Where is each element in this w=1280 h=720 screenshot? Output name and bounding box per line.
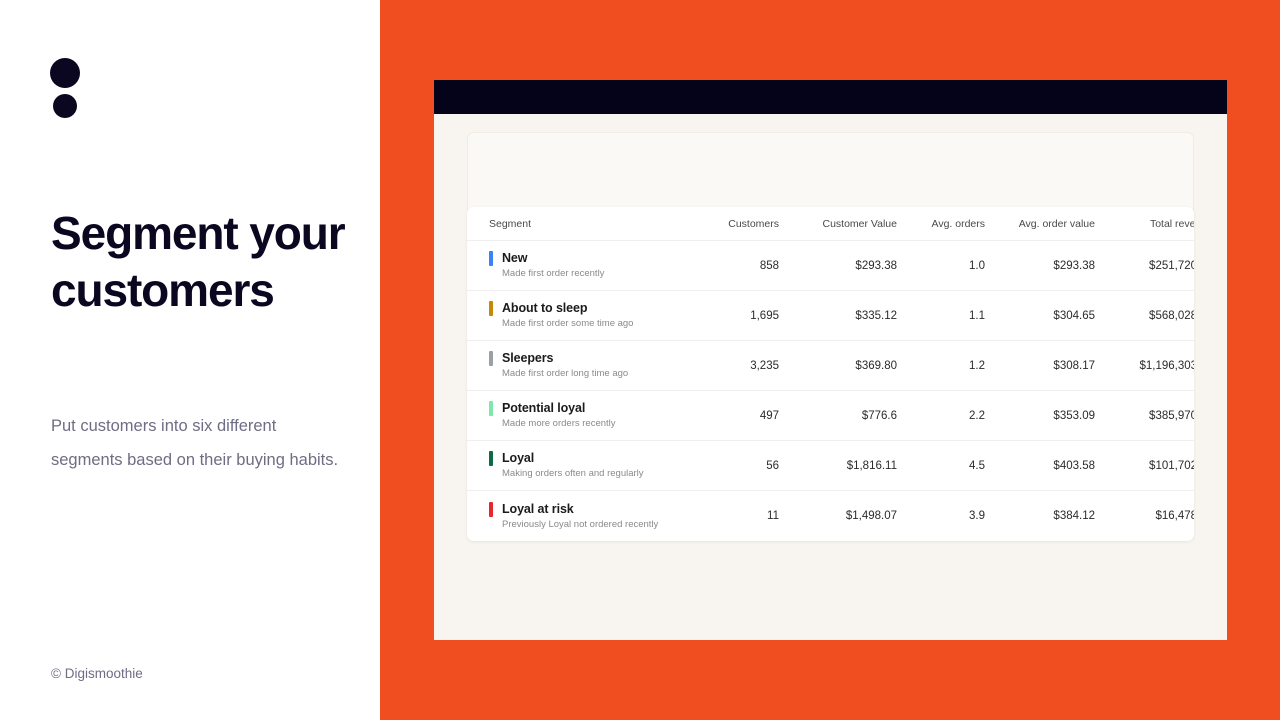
customer-value: $293.38 bbox=[855, 259, 897, 272]
column-header-customers: Customers bbox=[728, 217, 779, 230]
segment-description: Made first order some time ago bbox=[502, 318, 634, 329]
total-revenue-value: $101,702.16 bbox=[1149, 459, 1194, 472]
avg-order-value: $403.58 bbox=[1053, 459, 1095, 472]
avg-order-value: $308.17 bbox=[1053, 359, 1095, 372]
segment-color-indicator bbox=[489, 451, 493, 466]
segment-cell: About to sleep Made first order some time… bbox=[489, 300, 661, 331]
column-header-total-revenue: Total revenue bbox=[1149, 217, 1194, 230]
left-content-panel: Segment your customers Put customers int… bbox=[0, 0, 380, 720]
table-row[interactable]: About to sleep Made first order some time… bbox=[467, 291, 1194, 341]
segment-color-indicator bbox=[489, 501, 493, 517]
column-header-avg-orders: Avg. orders bbox=[931, 217, 986, 230]
column-header-segment: Segment bbox=[489, 217, 532, 230]
customer-value: $369.80 bbox=[855, 359, 897, 372]
segment-cell: Loyal at risk Previously Loyal not ordere… bbox=[489, 501, 661, 532]
total-revenue-value: $251,720.04 bbox=[1149, 259, 1194, 272]
segment-cell: Loyal Making orders often and regularly bbox=[489, 450, 661, 481]
avg-order-value: $304.65 bbox=[1053, 309, 1095, 322]
segment-description: Made first order recently bbox=[502, 268, 605, 279]
segment-description: Made more orders recently bbox=[502, 418, 616, 429]
segment-name: Potential loyal bbox=[502, 401, 586, 415]
page-title: Segment your customers bbox=[51, 207, 346, 316]
customer-value: $335.12 bbox=[855, 309, 897, 322]
avg-orders-value: 2.2 bbox=[969, 409, 985, 422]
column-header-customer-value: Customer Value bbox=[822, 217, 897, 230]
avg-orders-value: 3.9 bbox=[969, 510, 985, 522]
customer-value: $1,498.07 bbox=[845, 510, 897, 522]
segment-description: Previously Loyal not ordered recently bbox=[502, 518, 659, 530]
table-row[interactable]: Sleepers Made first order long time ago 3,… bbox=[467, 341, 1194, 391]
segment-cell: Potential loyal Made more orders recently bbox=[489, 400, 661, 431]
customers-value: 56 bbox=[766, 459, 779, 472]
avg-orders-value: 1.2 bbox=[969, 359, 985, 372]
total-revenue-value: $568,028.40 bbox=[1149, 309, 1194, 322]
segment-cell: Sleepers Made first order long time ago bbox=[489, 350, 661, 381]
avg-order-value: $353.09 bbox=[1053, 409, 1095, 422]
app-window: Segment Customers Customer Value Avg. or… bbox=[434, 80, 1227, 640]
segment-name: About to sleep bbox=[502, 301, 588, 315]
page-subtitle: Put customers into six different segment… bbox=[51, 417, 339, 469]
customers-value: 497 bbox=[759, 409, 779, 422]
avg-order-value: $293.38 bbox=[1053, 259, 1095, 272]
copyright-notice: © Digismoothie bbox=[51, 666, 143, 681]
segment-name: Loyal bbox=[502, 451, 535, 465]
customers-value: 11 bbox=[767, 510, 779, 522]
segment-description: Made first order long time ago bbox=[502, 368, 629, 379]
segment-color-indicator bbox=[489, 401, 493, 416]
customers-value: 1,695 bbox=[750, 309, 779, 322]
two-dots-logo-icon bbox=[50, 58, 80, 120]
total-revenue-value: $385,970.20 bbox=[1149, 409, 1194, 422]
customer-value: $776.6 bbox=[861, 409, 897, 422]
segment-name: Loyal at risk bbox=[502, 501, 574, 516]
segment-color-indicator bbox=[489, 251, 493, 266]
logo-dot-large bbox=[50, 58, 80, 88]
total-revenue-value: $16,478.75 bbox=[1155, 510, 1194, 522]
segments-table: Segment Customers Customer Value Avg. or… bbox=[467, 207, 1194, 541]
app-topbar bbox=[434, 80, 1227, 114]
segment-name: Sleepers bbox=[502, 351, 554, 365]
table-row[interactable]: Loyal at risk Previously Loyal not ordere… bbox=[467, 491, 1194, 541]
table-row[interactable]: New Made first order recently 858 $293.38 1.… bbox=[467, 241, 1194, 291]
segment-color-indicator bbox=[489, 301, 493, 316]
avg-orders-value: 4.5 bbox=[969, 459, 985, 472]
table-body: New Made first order recently 858 $293.38 1.… bbox=[467, 241, 1194, 541]
table-header-row: Segment Customers Customer Value Avg. or… bbox=[467, 207, 1194, 241]
customers-value: 858 bbox=[759, 259, 779, 272]
segment-cell: New Made first order recently bbox=[489, 250, 661, 281]
avg-orders-value: 1.1 bbox=[969, 309, 985, 322]
column-header-avg-order-value: Avg. order value bbox=[1018, 217, 1095, 230]
total-revenue-value: $1,196,303.00 bbox=[1139, 359, 1194, 372]
table-row[interactable]: Potential loyal Made more orders recently… bbox=[467, 391, 1194, 441]
avg-order-value: $384.12 bbox=[1053, 510, 1095, 522]
segment-description: Making orders often and regularly bbox=[502, 468, 644, 479]
logo-dot-small bbox=[53, 94, 77, 118]
avg-orders-value: 1.0 bbox=[969, 259, 985, 272]
segment-name: New bbox=[502, 251, 528, 265]
slide-canvas: Segment your customers Put customers int… bbox=[0, 0, 1280, 720]
customers-value: 3,235 bbox=[750, 359, 779, 372]
table-row[interactable]: Loyal Making orders often and regularly 56… bbox=[467, 441, 1194, 491]
segment-color-indicator bbox=[489, 351, 493, 366]
customer-value: $1,816.11 bbox=[846, 459, 897, 472]
